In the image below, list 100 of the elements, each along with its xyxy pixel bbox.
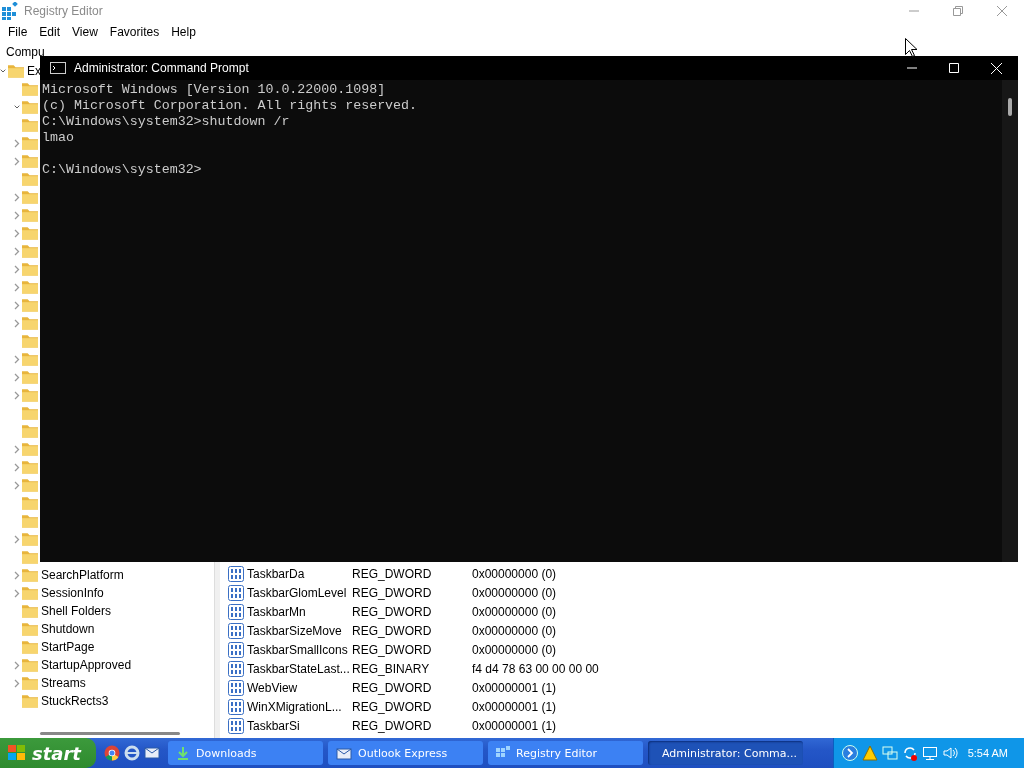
value-name[interactable]: WebView (247, 680, 298, 695)
expand-chevron-icon[interactable] (14, 480, 20, 490)
value-name[interactable]: TaskbarStateLast... (247, 661, 350, 676)
value-type: REG_DWORD (352, 604, 433, 619)
expand-chevron-icon[interactable] (14, 588, 20, 598)
folder-icon (22, 604, 38, 618)
taskbar-button[interactable]: Registry Editor (488, 741, 643, 765)
taskbar-button[interactable]: Administrator: Comma... (648, 741, 803, 765)
folder-icon (22, 550, 38, 564)
folder-icon (22, 388, 38, 402)
taskbar-button[interactable]: Outlook Express (328, 741, 483, 765)
expand-chevron-icon[interactable] (14, 264, 20, 274)
scrollbar-thumb[interactable] (1008, 98, 1012, 116)
chevron-icon[interactable] (841, 745, 858, 761)
expand-chevron-icon[interactable] (14, 354, 20, 364)
folder-icon (22, 568, 38, 582)
expand-chevron-icon[interactable] (14, 156, 20, 166)
console-icon (50, 62, 66, 74)
value-data: 0x00000001 (1) (472, 718, 557, 733)
folder-icon (22, 226, 38, 240)
window-title: Registry Editor (24, 4, 103, 18)
collapse-chevron-icon[interactable] (0, 68, 6, 74)
tree-item[interactable]: SearchPlatform (41, 568, 124, 582)
value-name[interactable]: TaskbarDa (247, 566, 305, 581)
maximize-icon[interactable] (949, 62, 959, 73)
start-button[interactable]: start (0, 738, 96, 768)
expand-chevron-icon[interactable] (14, 246, 20, 256)
value-name[interactable]: WinXMigrationL... (247, 699, 342, 714)
folder-icon (22, 622, 38, 636)
binary-value-icon (228, 603, 244, 620)
monitor-icon[interactable] (921, 745, 938, 761)
folder-icon (22, 100, 38, 114)
scrollbar-thumb[interactable] (40, 731, 180, 735)
speaker-icon[interactable] (941, 745, 958, 761)
expand-chevron-icon[interactable] (14, 534, 20, 544)
tree-item[interactable]: Streams (41, 676, 86, 690)
menu-item[interactable]: Edit (33, 25, 67, 39)
folder-icon (8, 64, 24, 78)
value-data: 0x00000000 (0) (472, 585, 557, 600)
console-line: lmao (42, 130, 74, 146)
value-name[interactable]: TaskbarMn (247, 604, 306, 619)
warning-icon[interactable] (861, 745, 878, 761)
menu-item[interactable]: Help (165, 25, 202, 39)
value-name[interactable]: TaskbarSizeMove (247, 623, 342, 638)
expand-chevron-icon[interactable] (14, 444, 20, 454)
windows-logo-icon (8, 745, 26, 761)
folder-icon (22, 694, 38, 708)
mail-icon (144, 745, 160, 759)
folder-icon (22, 172, 38, 186)
expand-chevron-icon[interactable] (14, 192, 20, 202)
value-data: 0x00000000 (0) (472, 642, 557, 657)
expand-chevron-icon[interactable] (14, 300, 20, 310)
expand-chevron-icon[interactable] (14, 318, 20, 328)
expand-chevron-icon[interactable] (14, 138, 20, 148)
folder-icon (22, 280, 38, 294)
expand-chevron-icon[interactable] (14, 282, 20, 292)
console-line: Microsoft Windows [Version 10.0.22000.1098] (42, 82, 386, 98)
expand-chevron-icon[interactable] (14, 660, 20, 670)
menu-item[interactable]: Favorites (103, 25, 166, 39)
expand-chevron-icon[interactable] (14, 228, 20, 238)
binary-value-icon (228, 698, 244, 715)
tree-item[interactable]: StartupApproved (41, 658, 132, 672)
binary-value-icon (228, 622, 244, 639)
download-arrow-icon (176, 746, 190, 760)
folder-icon (22, 244, 38, 258)
console-line: (c) Microsoft Corporation. All rights reserved. (42, 98, 418, 114)
folder-icon (22, 334, 38, 348)
value-type: REG_DWORD (352, 642, 433, 657)
folder-icon (22, 352, 38, 366)
expand-chevron-icon[interactable] (14, 678, 20, 688)
tree-item[interactable]: StuckRects3 (41, 694, 109, 708)
expand-chevron-icon[interactable] (14, 570, 20, 580)
menu-item[interactable]: View (66, 25, 104, 39)
value-type: REG_DWORD (352, 699, 433, 714)
sync-icon[interactable] (901, 745, 918, 761)
expand-chevron-icon[interactable] (14, 390, 20, 400)
folder-icon (22, 82, 38, 96)
binary-value-icon (228, 660, 244, 677)
tree-item[interactable]: Shell Folders (41, 604, 112, 618)
expand-chevron-icon[interactable] (14, 462, 20, 472)
value-name[interactable]: TaskbarSi (247, 718, 300, 733)
menu-item[interactable]: File (2, 25, 34, 39)
expand-chevron-icon[interactable] (14, 210, 20, 220)
tree-item[interactable]: SessionInfo (41, 586, 104, 600)
binary-value-icon (228, 565, 244, 582)
value-type: REG_DWORD (352, 718, 433, 733)
folder-icon (22, 676, 38, 690)
restore-icon[interactable] (953, 6, 963, 16)
tree-item[interactable]: Ex (27, 64, 41, 78)
expand-chevron-icon[interactable] (14, 372, 20, 382)
taskbar-button[interactable]: Downloads (168, 741, 323, 765)
value-data: f4 d4 78 63 00 00 00 00 (472, 661, 599, 676)
value-name[interactable]: TaskbarGlomLevel (247, 585, 347, 600)
value-name[interactable]: TaskbarSmallIcons (247, 642, 348, 657)
tree-item[interactable]: Shutdown (41, 622, 95, 636)
folder-icon (22, 316, 38, 330)
collapse-chevron-icon[interactable] (14, 104, 20, 110)
folder-icon (22, 640, 38, 654)
folder-icon (22, 442, 38, 456)
tree-item[interactable]: StartPage (41, 640, 95, 654)
